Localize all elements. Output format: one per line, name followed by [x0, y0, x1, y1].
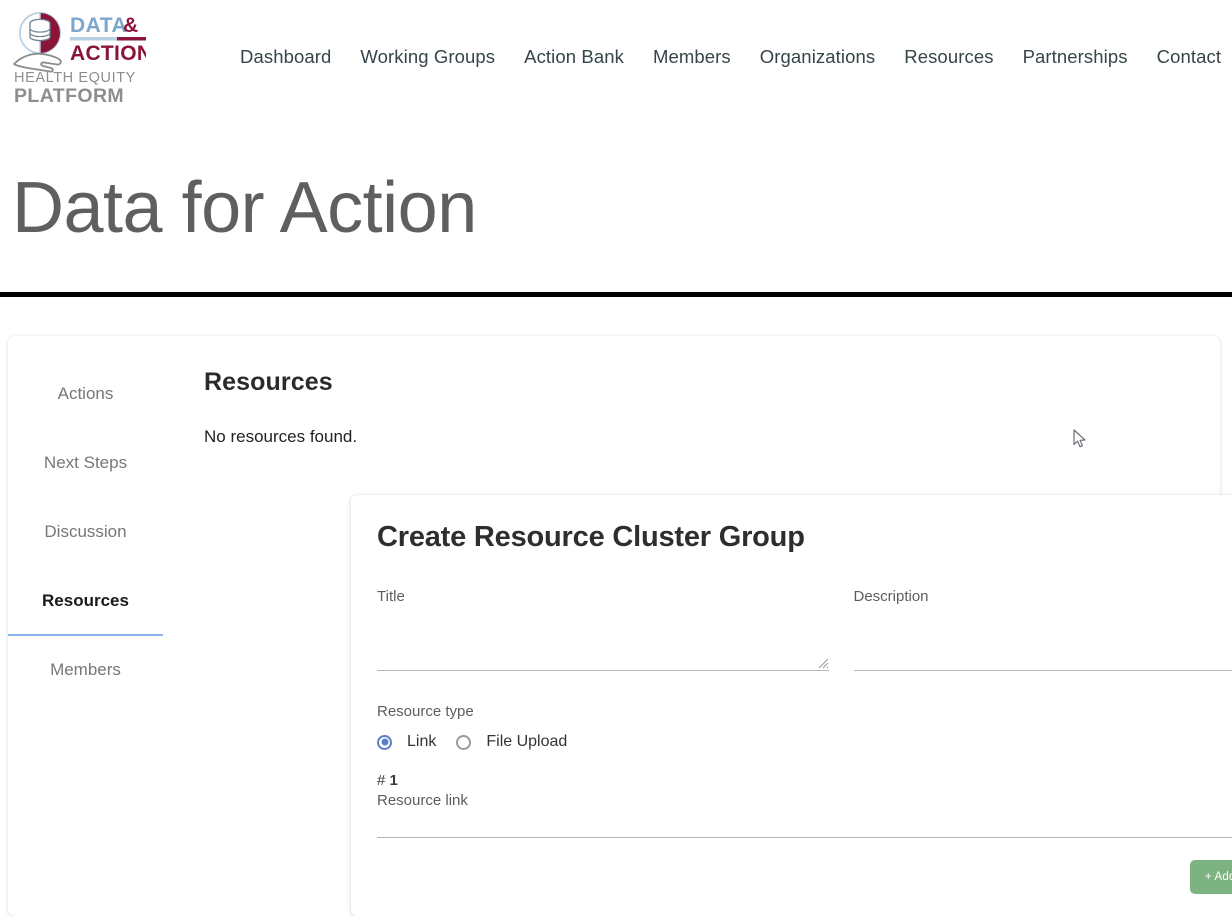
title-input-wrapper — [377, 609, 829, 671]
form-heading: Create Resource Cluster Group — [377, 521, 1232, 554]
title-description-row: Title Description — [377, 588, 1232, 671]
svg-text:&: & — [123, 14, 138, 37]
resource-entry-hash: # — [377, 772, 385, 789]
description-input-wrapper — [854, 609, 1232, 671]
title-field-group: Title — [377, 588, 829, 671]
svg-text:DATA: DATA — [70, 14, 127, 37]
add-more-button[interactable]: + Add More — [1190, 860, 1232, 894]
nav-item-resources[interactable]: Resources — [904, 46, 993, 68]
resource-link-input-wrapper — [377, 809, 1232, 838]
main-navigation: Dashboard Working Groups Action Bank Mem… — [240, 46, 1221, 68]
resource-type-group: Resource type Link File Upload — [377, 703, 1232, 751]
title-divider — [0, 292, 1232, 297]
resources-panel: Resources No resources found. Create Res… — [163, 336, 1220, 916]
radio-file-upload-indicator-icon — [456, 735, 471, 750]
tab-members[interactable]: Members — [8, 636, 163, 705]
resource-type-options: Link File Upload — [377, 733, 1232, 751]
nav-item-dashboard[interactable]: Dashboard — [240, 46, 331, 68]
content-card: Actions Next Steps Discussion Resources … — [8, 336, 1220, 916]
tab-members-label: Members — [50, 660, 121, 680]
tab-discussion-label: Discussion — [44, 522, 126, 542]
add-more-row: + Add More — [377, 860, 1232, 894]
nav-item-members[interactable]: Members — [653, 46, 731, 68]
tab-next-steps[interactable]: Next Steps — [8, 429, 163, 498]
nav-item-working-groups[interactable]: Working Groups — [360, 46, 495, 68]
radio-option-file-upload[interactable]: File Upload — [456, 733, 567, 751]
panel-heading: Resources — [204, 368, 1220, 397]
radio-option-link[interactable]: Link — [377, 733, 436, 751]
nav-item-contact[interactable]: Contact — [1157, 46, 1221, 68]
nav-item-organizations[interactable]: Organizations — [760, 46, 875, 68]
tab-discussion[interactable]: Discussion — [8, 498, 163, 567]
radio-link-label: Link — [407, 733, 436, 751]
tab-actions[interactable]: Actions — [8, 360, 163, 429]
empty-state-message: No resources found. — [204, 427, 1220, 447]
radio-link-indicator-icon — [377, 735, 392, 750]
resource-link-label: Resource link — [377, 792, 1232, 809]
svg-text:HEALTH EQUITY: HEALTH EQUITY — [14, 70, 136, 86]
data-hand-circle-logo-icon: DATA & ACTION HEALTH EQUITY PLATFORM — [10, 10, 146, 106]
tab-rail: Actions Next Steps Discussion Resources … — [8, 336, 163, 916]
site-header: DATA & ACTION HEALTH EQUITY PLATFORM Das… — [0, 0, 1232, 122]
brand-logo[interactable]: DATA & ACTION HEALTH EQUITY PLATFORM — [10, 10, 146, 106]
description-input[interactable] — [854, 609, 1232, 670]
description-field-group: Description — [854, 588, 1232, 671]
resource-type-label: Resource type — [377, 703, 1232, 720]
radio-file-upload-label: File Upload — [486, 733, 567, 751]
nav-item-action-bank[interactable]: Action Bank — [524, 46, 624, 68]
resource-entry-number: 1 — [390, 772, 398, 789]
nav-item-partnerships[interactable]: Partnerships — [1023, 46, 1128, 68]
svg-text:ACTION: ACTION — [70, 42, 146, 65]
tab-next-steps-label: Next Steps — [44, 453, 127, 473]
title-field-label: Title — [377, 588, 829, 605]
create-resource-cluster-form: Create Resource Cluster Group Title D — [351, 495, 1232, 916]
page-title: Data for Action — [12, 172, 477, 244]
resource-link-input[interactable] — [377, 809, 1232, 837]
svg-text:PLATFORM: PLATFORM — [14, 85, 124, 106]
tab-resources[interactable]: Resources — [8, 567, 163, 636]
resource-entry-1: # 1 Resource link — [377, 772, 1232, 838]
title-input[interactable] — [377, 609, 829, 670]
description-field-label: Description — [854, 588, 1232, 605]
tab-resources-label: Resources — [42, 591, 129, 611]
resource-entry-index: # 1 — [377, 772, 1232, 789]
tab-actions-label: Actions — [58, 384, 114, 404]
